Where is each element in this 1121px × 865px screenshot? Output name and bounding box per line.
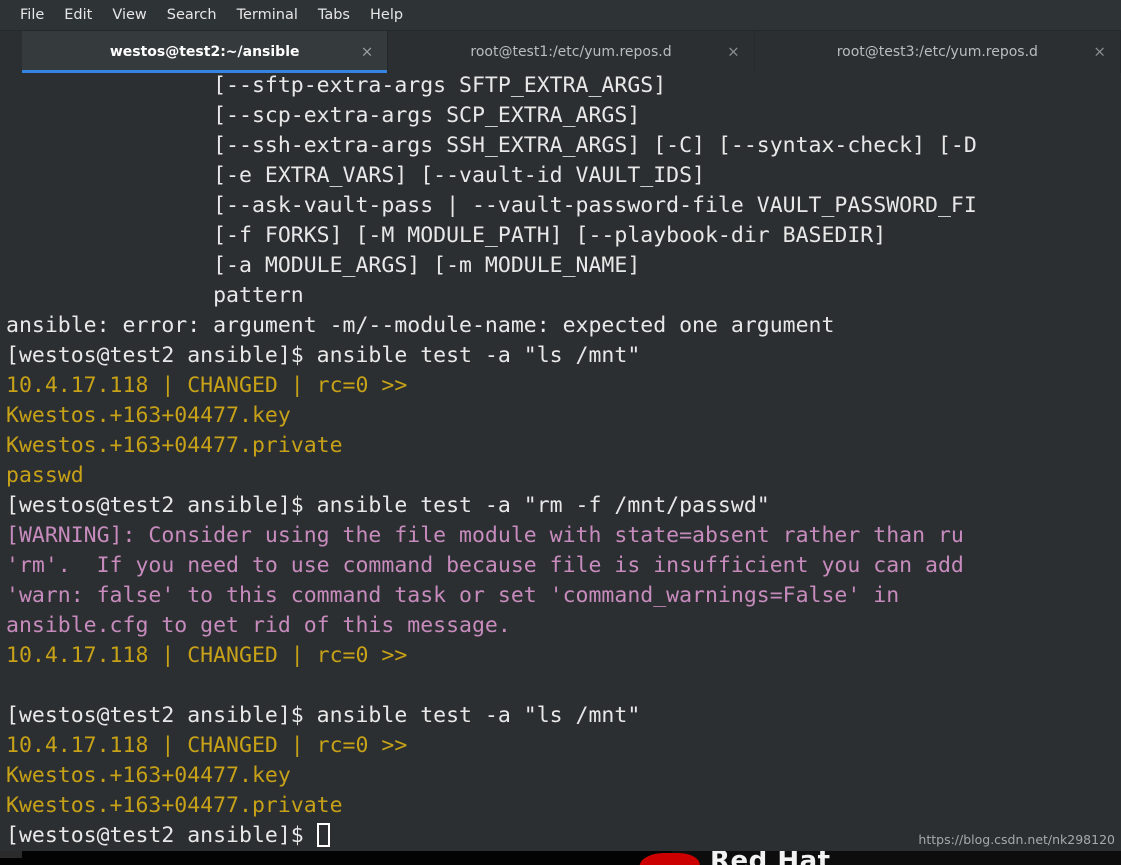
terminal-screen[interactable]: [--sftp-extra-args SFTP_EXTRA_ARGS] [--s… xyxy=(0,73,1121,851)
terminal-line: pattern xyxy=(6,283,304,308)
terminal-window: File Edit View Search Terminal Tabs Help… xyxy=(0,0,1121,851)
terminal-line: [--scp-extra-args SCP_EXTRA_ARGS] xyxy=(6,103,641,128)
terminal-line: [westos@test2 ansible]$ ansible test -a … xyxy=(6,343,641,368)
close-icon[interactable]: × xyxy=(361,44,374,60)
terminal-line: 'rm'. If you need to use command because… xyxy=(6,553,964,578)
terminal-line: Kwestos.+163+04477.private xyxy=(6,793,343,818)
terminal-line: Kwestos.+163+04477.key xyxy=(6,403,291,428)
redhat-logo-label: Red Hat xyxy=(710,846,831,865)
watermark: https://blog.csdn.net/nk298120 xyxy=(918,832,1115,847)
tab-root-test3-yum-repos-d[interactable]: root@test3:/etc/yum.repos.d × xyxy=(754,31,1121,73)
menu-item-search[interactable]: Search xyxy=(157,3,227,27)
tab-label: root@test3:/etc/yum.repos.d xyxy=(836,44,1038,60)
tab-label: root@test1:/etc/yum.repos.d xyxy=(470,44,672,60)
terminal-line: [WARNING]: Consider using the file modul… xyxy=(6,523,964,548)
terminal-line: ansible: error: argument -m/--module-nam… xyxy=(6,313,835,338)
terminal-line: [westos@test2 ansible]$ ansible test -a … xyxy=(6,493,770,518)
terminal-line: [westos@test2 ansible]$ ansible test -a … xyxy=(6,703,641,728)
tab-label: westos@test2:~/ansible xyxy=(109,44,300,60)
close-icon[interactable]: × xyxy=(727,44,740,60)
menu-item-tabs[interactable]: Tabs xyxy=(308,3,360,27)
menu-item-file[interactable]: File xyxy=(10,3,54,27)
terminal-line: [--ssh-extra-args SSH_EXTRA_ARGS] [-C] [… xyxy=(6,133,977,158)
terminal-line: [-f FORKS] [-M MODULE_PATH] [--playbook-… xyxy=(6,223,887,248)
terminal-line: ansible.cfg to get rid of this message. xyxy=(6,613,511,638)
close-icon[interactable]: × xyxy=(1093,44,1106,60)
tab-bar: westos@test2:~/ansible × root@test1:/etc… xyxy=(0,31,1121,73)
terminal-line: Kwestos.+163+04477.key xyxy=(6,763,291,788)
terminal-cursor xyxy=(316,823,330,847)
menu-item-edit[interactable]: Edit xyxy=(54,3,102,27)
menu-item-terminal[interactable]: Terminal xyxy=(227,3,308,27)
menu-bar: File Edit View Search Terminal Tabs Help xyxy=(0,0,1121,31)
menu-item-view[interactable]: View xyxy=(102,3,156,27)
terminal-line: 10.4.17.118 | CHANGED | rc=0 >> xyxy=(6,643,408,668)
terminal-line: 'warn: false' to this command task or se… xyxy=(6,583,900,608)
tab-root-test1-yum-repos-d[interactable]: root@test1:/etc/yum.repos.d × xyxy=(388,31,755,73)
tab-westos-test2-ansible[interactable]: westos@test2:~/ansible × xyxy=(22,31,389,73)
terminal-line: 10.4.17.118 | CHANGED | rc=0 >> xyxy=(6,373,408,398)
terminal-line: [-a MODULE_ARGS] [-m MODULE_NAME] xyxy=(6,253,641,278)
terminal-line: [--ask-vault-pass | --vault-password-fil… xyxy=(6,193,977,218)
menu-item-help[interactable]: Help xyxy=(360,3,413,27)
terminal-line: passwd xyxy=(6,463,84,488)
terminal-line: [--sftp-extra-args SFTP_EXTRA_ARGS] xyxy=(6,73,667,98)
redhat-hat-icon xyxy=(639,853,701,865)
background-window-text: fr xyxy=(1,855,21,858)
terminal-line: Kwestos.+163+04477.private xyxy=(6,433,343,458)
terminal-line: [-e EXTRA_VARS] [--vault-id VAULT_IDS] xyxy=(6,163,705,188)
redhat-logo: Red Hat xyxy=(639,846,831,865)
terminal-line: 10.4.17.118 | CHANGED | rc=0 >> xyxy=(6,733,408,758)
terminal-output: [--sftp-extra-args SFTP_EXTRA_ARGS] [--s… xyxy=(6,73,1121,851)
